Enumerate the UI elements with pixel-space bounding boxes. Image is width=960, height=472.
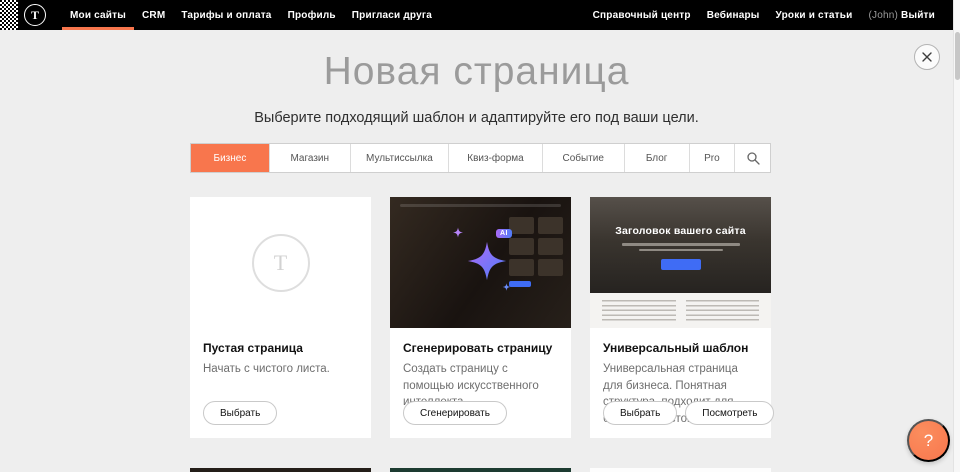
card-universal-template: Заголовок вашего сайта Универсальный шаб…: [590, 197, 771, 438]
preview-text-line: [622, 243, 740, 246]
account-name: (John): [868, 10, 898, 21]
search-icon: [746, 151, 760, 165]
tab-business[interactable]: Бизнес: [191, 144, 269, 172]
template-tabs: Бизнес Магазин Мультиссылка Квиз-форма С…: [190, 143, 771, 173]
ai-sparkle-small-icon: [452, 227, 464, 238]
nav-help-center[interactable]: Справочный центр: [585, 0, 699, 30]
scrollbar-track: [953, 0, 960, 472]
page: T Мои сайты CRM Тарифы и оплата Профиль …: [0, 0, 960, 472]
nav-profile[interactable]: Профиль: [280, 0, 344, 30]
tilda-mark-letter: T: [274, 250, 287, 276]
search-tab[interactable]: [734, 144, 770, 172]
card-actions: Выбрать: [203, 401, 277, 425]
universal-preview[interactable]: Заголовок вашего сайта: [590, 197, 771, 328]
ai-preview-grid: [509, 217, 563, 276]
tilda-logo[interactable]: T: [24, 4, 46, 26]
template-cards: T Пустая страница Начать с чистого листа…: [190, 197, 771, 438]
ai-sparkle-tiny-icon: [502, 283, 511, 291]
corner-pattern: [0, 0, 18, 30]
card-description: Начать с чистого листа.: [203, 361, 358, 378]
logout-label: Выйти: [901, 10, 935, 21]
partial-card[interactable]: [190, 468, 371, 472]
tab-store[interactable]: Магазин: [269, 144, 350, 172]
card-title: Универсальный шаблон: [603, 341, 758, 355]
page-title: Новая страница: [0, 50, 953, 94]
page-subtitle: Выберите подходящий шаблон и адаптируйте…: [0, 110, 953, 126]
ai-preview[interactable]: AI: [390, 197, 571, 328]
nav-billing[interactable]: Тарифы и оплата: [173, 0, 279, 30]
tilda-mark-icon: T: [252, 234, 310, 292]
top-nav: T Мои сайты CRM Тарифы и оплата Профиль …: [0, 0, 953, 30]
next-row-partial: [190, 468, 771, 472]
partial-card[interactable]: [590, 468, 771, 472]
ai-preview-topbar: [400, 204, 561, 207]
nav-left: Мои сайты CRM Тарифы и оплата Профиль Пр…: [62, 0, 440, 30]
nav-crm[interactable]: CRM: [134, 0, 173, 30]
tab-event[interactable]: Событие: [542, 144, 624, 172]
preview-cta-button: [661, 259, 701, 270]
preview-text-line: [639, 249, 723, 252]
tab-multilink[interactable]: Мультиссылка: [350, 144, 449, 172]
card-title: Пустая страница: [203, 341, 358, 355]
card-title: Сгенерировать страницу: [403, 341, 558, 355]
tilda-logo-letter: T: [31, 8, 39, 23]
preview-text-column: [686, 300, 760, 321]
card-actions: Сгенерировать: [403, 401, 507, 425]
nav-lessons[interactable]: Уроки и статьи: [768, 0, 861, 30]
universal-preview-hero: Заголовок вашего сайта: [590, 197, 771, 293]
universal-preview-body: [590, 293, 771, 328]
nav-webinars[interactable]: Вебинары: [699, 0, 768, 30]
ai-preview-blue-button: [509, 281, 531, 287]
ai-sparkle-icon: [464, 241, 510, 281]
tab-blog[interactable]: Блог: [624, 144, 689, 172]
nav-logout[interactable]: (John) Выйти: [860, 0, 943, 30]
nav-my-sites[interactable]: Мои сайты: [62, 0, 134, 30]
generate-button[interactable]: Сгенерировать: [403, 401, 507, 425]
scrollbar-thumb[interactable]: [955, 32, 960, 80]
help-button[interactable]: ?: [907, 419, 950, 462]
tab-quiz-form[interactable]: Квиз-форма: [448, 144, 542, 172]
nav-right: Справочный центр Вебинары Уроки и статьи…: [585, 0, 943, 30]
view-universal-button[interactable]: Посмотреть: [685, 401, 774, 425]
choose-universal-button[interactable]: Выбрать: [603, 401, 677, 425]
card-actions: Выбрать Посмотреть: [603, 401, 774, 425]
card-blank-page: T Пустая страница Начать с чистого листа…: [190, 197, 371, 438]
nav-invite-friend[interactable]: Пригласи друга: [344, 0, 440, 30]
tab-pro[interactable]: Pro: [689, 144, 734, 172]
preview-text-column: [602, 300, 676, 321]
choose-blank-button[interactable]: Выбрать: [203, 401, 277, 425]
ai-badge: AI: [496, 229, 512, 238]
partial-card[interactable]: [390, 468, 571, 472]
card-generate-ai: AI Сгенерировать страницу Создать страни…: [390, 197, 571, 438]
preview-heading: Заголовок вашего сайта: [590, 197, 771, 237]
blank-page-preview[interactable]: T: [190, 197, 371, 328]
